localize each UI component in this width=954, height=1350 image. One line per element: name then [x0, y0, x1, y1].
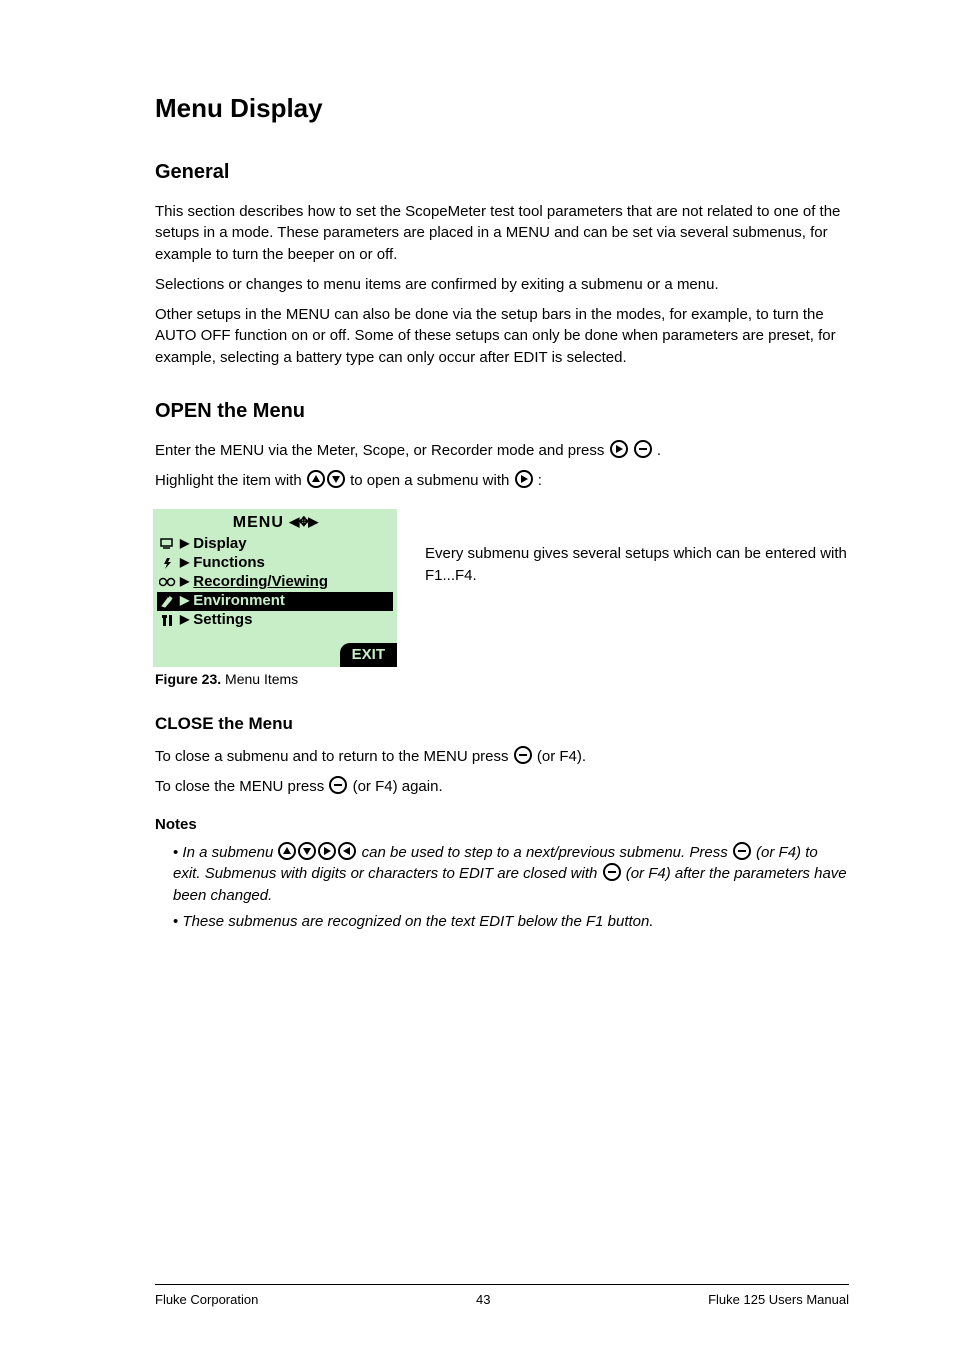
lcd-title-text: MENU: [233, 514, 284, 531]
menu-item-environment[interactable]: ▶ Environment: [157, 592, 393, 611]
right-icon: [610, 440, 628, 458]
menu-lead-c: :: [538, 472, 542, 489]
lcd-title-arrows: ◀✥▶: [289, 514, 317, 529]
menu-item-recording[interactable]: ▶ Recording/Viewing: [157, 573, 393, 592]
triangle-icon: ▶: [180, 554, 189, 571]
display-icon: [159, 538, 176, 550]
tools-icon: [159, 614, 176, 627]
lcd-list: ▶ Display ▶ Functions ▶ Recording/Viewin…: [153, 535, 397, 630]
menu-item-display[interactable]: ▶ Display: [157, 535, 393, 554]
note-2-c: These submenus are recognized on the tex…: [182, 913, 653, 930]
bolt-icon: [159, 557, 176, 570]
triangle-icon: ▶: [180, 592, 189, 609]
general-p2: Selections or changes to menu items are …: [155, 274, 849, 296]
submenu-text: Every submenu gives several setups which…: [425, 509, 849, 587]
triangle-icon: ▶: [180, 535, 189, 552]
note-1: In a submenu can be used to step to a ne…: [173, 842, 849, 907]
note-2-a-inline: Submenus with digits or characters to ED…: [205, 865, 602, 882]
section-open-title: OPEN the Menu: [155, 397, 849, 426]
right-icon: [318, 842, 336, 860]
menu-item-settings[interactable]: ▶ Settings: [157, 611, 393, 630]
close-p1-a: To close a submenu and to return to the …: [155, 748, 513, 765]
menu-lead-a: Highlight the item with: [155, 472, 306, 489]
notes-title: Notes: [155, 814, 849, 836]
close-p2-b: (or F4) again.: [353, 778, 443, 795]
tape-icon: [159, 576, 176, 588]
section-close-title: CLOSE the Menu: [155, 712, 849, 737]
open-p1-a: Enter the MENU via the Meter, Scope, or …: [155, 442, 609, 459]
note-1-a: In a submenu: [182, 844, 277, 861]
figure-caption: Figure 23. Menu Items: [155, 669, 397, 689]
enter-icon: [514, 746, 532, 764]
note-1-b: can be used to step to a next/previous s…: [362, 844, 732, 861]
down-icon: [298, 842, 316, 860]
triangle-icon: ▶: [180, 611, 189, 628]
general-p1: This section describes how to set the Sc…: [155, 201, 849, 266]
left-icon: [338, 842, 356, 860]
general-p3: Other setups in the MENU can also be don…: [155, 304, 849, 369]
enter-icon: [634, 440, 652, 458]
menu-item-functions[interactable]: ▶ Functions: [157, 554, 393, 573]
page-title: Menu Display: [155, 90, 849, 128]
footer-right: Fluke 125 Users Manual: [708, 1291, 849, 1310]
up-icon: [307, 470, 325, 488]
figure-caption-text: Menu Items: [221, 671, 298, 687]
menu-lead-b: to open a submenu with: [350, 472, 513, 489]
close-p2-a: To close the MENU press: [155, 778, 328, 795]
lcd-title: MENU ◀✥▶: [153, 509, 397, 534]
footer-left: Fluke Corporation: [155, 1291, 258, 1310]
close-p1: To close a submenu and to return to the …: [155, 746, 849, 768]
close-p1-b: (or F4).: [537, 748, 586, 765]
page-footer: Fluke Corporation 43 Fluke 125 Users Man…: [155, 1284, 849, 1310]
enter-icon: [329, 776, 347, 794]
up-icon: [278, 842, 296, 860]
figure-label: Figure 23.: [155, 671, 221, 687]
open-menu-lead: Highlight the item with to open a submen…: [155, 470, 849, 492]
probe-icon: [159, 595, 176, 608]
triangle-icon: ▶: [180, 573, 189, 590]
figure-row: MENU ◀✥▶ ▶ Display ▶ Functions: [155, 509, 849, 689]
enter-icon: [603, 863, 621, 881]
notes-list: In a submenu can be used to step to a ne…: [155, 842, 849, 933]
open-p1-b: .: [657, 442, 661, 459]
note-2: These submenus are recognized on the tex…: [173, 911, 849, 933]
right-icon: [515, 470, 533, 488]
lcd-screen: MENU ◀✥▶ ▶ Display ▶ Functions: [153, 509, 397, 667]
down-icon: [327, 470, 345, 488]
enter-icon: [733, 842, 751, 860]
section-general-title: General: [155, 158, 849, 187]
open-p1: Enter the MENU via the Meter, Scope, or …: [155, 440, 849, 462]
exit-button[interactable]: EXIT: [340, 643, 397, 668]
footer-center: 43: [476, 1291, 490, 1310]
menu-item-label: Settings: [193, 609, 252, 631]
close-p2: To close the MENU press (or F4) again.: [155, 776, 849, 798]
